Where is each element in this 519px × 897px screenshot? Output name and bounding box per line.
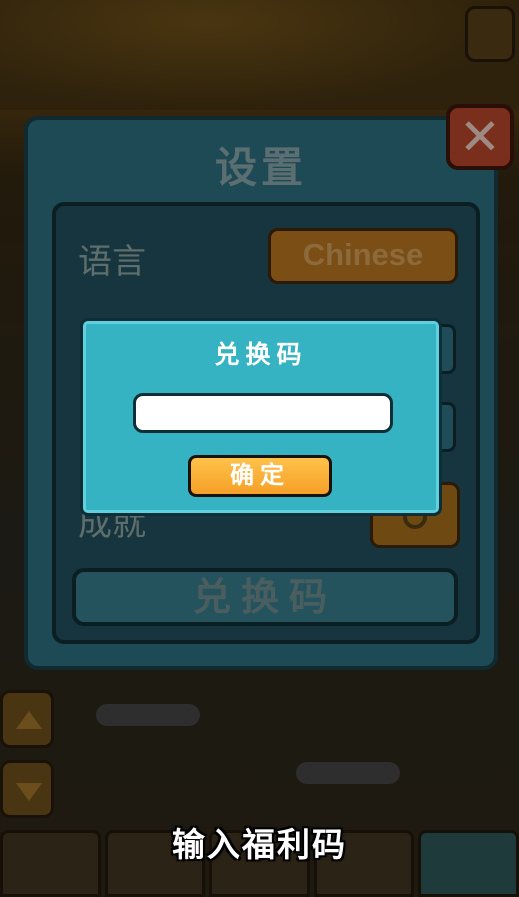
background-label-pill (96, 704, 200, 726)
background-scroll-up-button (0, 690, 54, 748)
close-settings-button[interactable]: ✕ (446, 104, 514, 170)
background-scroll-down-button (0, 760, 54, 818)
close-icon: ✕ (459, 108, 501, 166)
redeem-code-button[interactable]: 兑换码 (72, 568, 458, 626)
background-terrain (0, 0, 519, 110)
background-label-pill (296, 762, 400, 784)
confirm-button[interactable]: 确定 (188, 455, 332, 497)
redeem-dialog-title: 兑换码 (214, 340, 308, 369)
language-label: 语言 (78, 242, 146, 282)
arrow-up-icon (16, 711, 42, 729)
settings-title: 设置 (214, 143, 307, 192)
language-select-button[interactable]: Chinese (268, 228, 458, 284)
background-top-right-button (465, 6, 515, 62)
arrow-down-icon (16, 783, 42, 801)
redeem-code-input[interactable] (133, 393, 393, 433)
video-caption: 输入福利码 (172, 825, 347, 864)
redeem-code-dialog: 兑换码 确定 (80, 318, 442, 516)
